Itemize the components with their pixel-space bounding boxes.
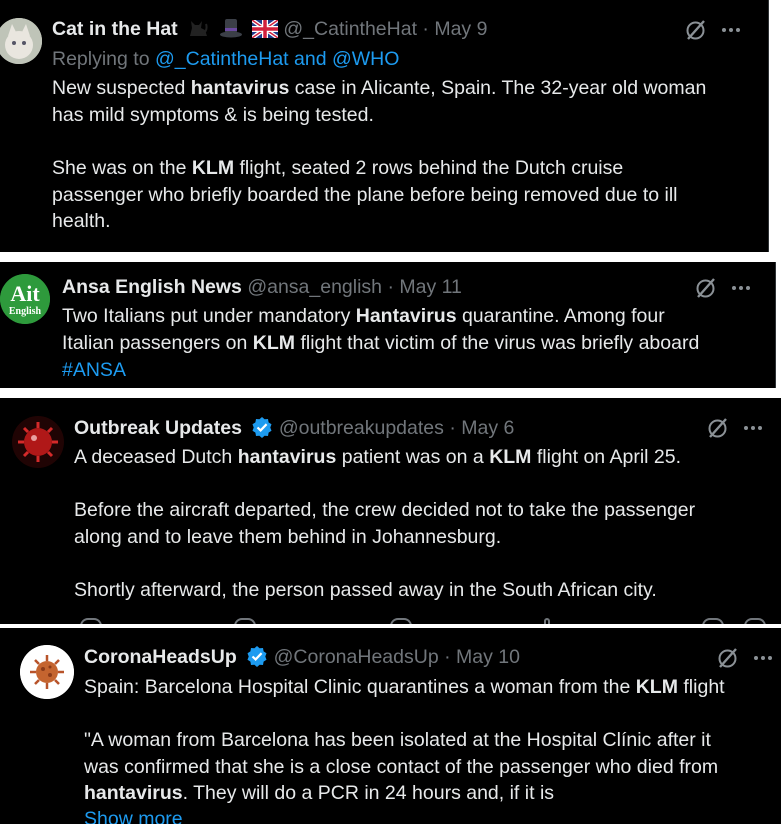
more-options-icon[interactable]: [752, 647, 774, 669]
tweet-date[interactable]: May 11: [399, 276, 462, 298]
author-handle[interactable]: @outbreakupdates: [279, 417, 444, 439]
more-options-icon[interactable]: [730, 277, 752, 299]
author-name[interactable]: Cat in the Hat: [52, 18, 178, 40]
views-icon[interactable]: [544, 618, 550, 624]
black-cat-icon: [187, 18, 209, 45]
tweet-text-line: "A woman from Barcelona has been isolate…: [84, 729, 711, 751]
avatar[interactable]: [12, 416, 64, 468]
action-bar: [74, 618, 766, 624]
tweet-date[interactable]: May 6: [461, 417, 514, 439]
grok-icon[interactable]: [716, 646, 740, 670]
virus-avatar-icon: [12, 416, 64, 468]
verified-badge-icon: [247, 646, 267, 667]
tweet-text-line: passenger who briefly boarded the plane …: [52, 184, 678, 206]
author-name[interactable]: Outbreak Updates: [74, 417, 242, 439]
cat-avatar-icon: [0, 18, 42, 64]
tweet-text-line: Italian passengers on KLM flight that vi…: [62, 332, 700, 354]
svg-text:Ait: Ait: [10, 281, 40, 306]
author-handle[interactable]: @ansa_english: [247, 276, 382, 298]
tweet-text-line: New suspected hantavirus case in Alicant…: [52, 77, 707, 99]
separator: ·: [422, 18, 429, 40]
tweet-text-line: Shortly afterward, the person passed awa…: [74, 579, 657, 601]
tweet-text-line: Spain: Barcelona Hospital Clinic quarant…: [84, 676, 725, 698]
tweet-text-line: A deceased Dutch hantavirus patient was …: [74, 446, 682, 468]
tweet-text-line: Two Italians put under mandatory Hantavi…: [62, 305, 665, 327]
more-options-icon[interactable]: [742, 417, 764, 439]
tweet-text-line: hantavirus. They will do a PCR in 24 hou…: [84, 782, 555, 804]
author-handle[interactable]: @CoronaHeadsUp: [274, 646, 439, 668]
tweet-card[interactable]: CoronaHeadsUp @CoronaHeadsUp · May 10 Sp…: [0, 628, 781, 824]
tweet-date[interactable]: May 9: [434, 18, 487, 40]
tweet-text-line: was confirmed that she is a close contac…: [84, 756, 719, 778]
ansa-logo-icon: Ait English: [0, 274, 50, 324]
coronavirus-avatar-icon: [20, 645, 74, 699]
avatar[interactable]: [20, 645, 74, 699]
tweet-date[interactable]: May 10: [456, 646, 520, 668]
bookmark-icon[interactable]: [702, 618, 724, 624]
verified-badge-icon: [252, 417, 272, 438]
reply-context: Replying to @_CatintheHat and @WHO: [52, 46, 399, 73]
tweet-text-line: Before the aircraft departed, the crew d…: [74, 499, 696, 521]
grok-icon[interactable]: [694, 276, 718, 300]
tweet-text-line: along and to leave them behind in Johann…: [74, 526, 502, 548]
separator: ·: [387, 276, 394, 298]
tweet-text-line: She was on the KLM flight, seated 2 rows…: [52, 157, 624, 179]
tweet-text-line: has mild symptoms & is being tested.: [52, 104, 374, 126]
replying-to-label: Replying to: [52, 48, 155, 70]
author-name[interactable]: CoronaHeadsUp: [84, 646, 237, 668]
author-handle[interactable]: @_CatintheHat: [283, 18, 417, 40]
separator: ·: [444, 646, 451, 668]
svg-text:English: English: [9, 306, 42, 317]
uk-flag-icon: [250, 18, 280, 45]
avatar[interactable]: Ait English: [0, 274, 50, 324]
reply-icon[interactable]: [80, 618, 102, 624]
avatar[interactable]: [0, 18, 42, 64]
like-icon[interactable]: [390, 618, 412, 624]
show-more-link[interactable]: Show more: [84, 806, 183, 824]
top-hat-icon: [219, 18, 243, 45]
separator: ·: [449, 417, 456, 439]
grok-icon[interactable]: [684, 18, 708, 42]
more-options-icon[interactable]: [720, 19, 742, 41]
tweet-card[interactable]: Cat in the Hat @_CatintheHat · May 9 Rep…: [0, 0, 769, 252]
hashtag-link[interactable]: #ANSA: [62, 357, 126, 384]
tweet-card[interactable]: Outbreak Updates @outbreakupdates · May …: [0, 398, 781, 624]
repost-icon[interactable]: [234, 618, 256, 624]
share-icon[interactable]: [744, 618, 766, 624]
tweet-text-line: health.: [52, 210, 111, 232]
author-name[interactable]: Ansa English News: [62, 276, 242, 298]
grok-icon[interactable]: [706, 416, 730, 440]
reply-target-links[interactable]: @_CatintheHat and @WHO: [155, 48, 399, 70]
tweet-card[interactable]: Ait English Ansa English News @ansa_engl…: [0, 262, 776, 388]
